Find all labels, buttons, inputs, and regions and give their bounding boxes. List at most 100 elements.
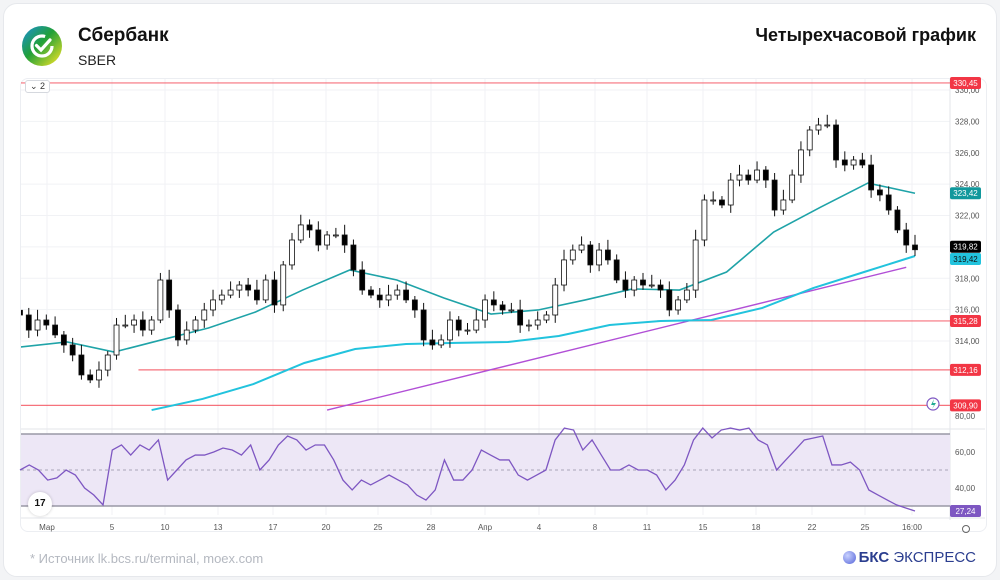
candle-body [350, 244, 357, 271]
candle-body [341, 234, 348, 246]
candle-body [490, 299, 497, 306]
candle-body [569, 249, 576, 261]
x-tick-label: 16:00 [902, 523, 923, 532]
tradingview-logo[interactable]: 17 [28, 492, 52, 516]
candle-body [727, 179, 734, 206]
candle-body [376, 294, 383, 301]
x-tick-label: 15 [699, 523, 708, 532]
candle-body [25, 314, 32, 331]
level-tag: 315,28 [953, 317, 978, 326]
candle-body [824, 124, 831, 127]
candle-body [789, 174, 796, 201]
candle-body [508, 309, 515, 312]
candle-body [385, 294, 392, 301]
candle-body [719, 199, 725, 206]
candle-body [604, 249, 611, 261]
x-tick-label: 11 [643, 523, 652, 532]
candle-body [762, 169, 769, 181]
candle-body [21, 309, 23, 316]
x-tick-label: 18 [752, 523, 761, 532]
candle-body [798, 149, 804, 176]
candle-body [210, 299, 216, 311]
candle-body [245, 284, 252, 291]
x-tick-label: Мар [39, 523, 55, 532]
candle-body [666, 289, 673, 311]
candle-body [332, 234, 339, 237]
candle-body [394, 289, 401, 296]
y-tick-label: 316,00 [955, 306, 980, 315]
candle-body [148, 319, 155, 331]
candle-body [543, 314, 550, 321]
y-tick-label: 318,00 [955, 274, 980, 283]
rsi-tick-label: 40,00 [955, 484, 976, 493]
candle-body [736, 174, 743, 181]
candle-body [473, 319, 480, 331]
candle-body [183, 329, 190, 341]
candle-body [429, 339, 436, 346]
candle-body [648, 284, 655, 287]
ma-slow-tag: 319,42 [953, 255, 978, 264]
y-tick-label: 314,00 [955, 337, 980, 346]
candle-body [745, 174, 752, 181]
rsi-tag: 27,24 [955, 507, 976, 516]
candle-body [157, 279, 164, 321]
candle-body [596, 249, 603, 266]
candle-body [139, 319, 146, 331]
candle-body [43, 319, 50, 326]
candle-body [912, 244, 918, 251]
candle-body [254, 289, 260, 301]
candle-body [131, 319, 137, 326]
candle-body [227, 289, 234, 296]
last-price-tag: 319,82 [953, 243, 978, 252]
candle-body [289, 239, 295, 266]
x-tick-label: 20 [322, 523, 331, 532]
x-tick-label: 4 [537, 523, 542, 532]
candle-body [850, 159, 857, 166]
rsi-tick-label: 80,00 [955, 412, 976, 421]
candle-body [771, 179, 778, 211]
collapse-indicators-button[interactable]: ⌄ 2 [25, 80, 51, 93]
candle-body [359, 269, 366, 291]
candle-body [113, 324, 120, 356]
candle-body [368, 289, 374, 296]
candle-body [218, 294, 225, 301]
candle-body [701, 199, 708, 241]
candle-body [464, 329, 471, 332]
x-tick-label: 5 [110, 523, 115, 532]
x-tick-label: 25 [861, 523, 870, 532]
candle-body [754, 169, 760, 181]
x-tick-label: 8 [593, 523, 598, 532]
x-tick-label: 13 [214, 523, 223, 532]
candle-body [96, 369, 102, 381]
y-tick-label: 326,00 [955, 149, 980, 158]
candle-body [122, 324, 129, 327]
candle-body [280, 264, 287, 306]
candle-body [60, 334, 67, 346]
candle-body [877, 189, 883, 196]
level-tag: 312,16 [953, 366, 978, 375]
candle-body [78, 354, 85, 376]
candle-body [675, 299, 681, 311]
candle-body [306, 224, 313, 231]
candle-body [613, 259, 620, 281]
level-tag: 330,45 [953, 79, 978, 88]
chart[interactable]: Мар 5 10 13 17 20 25 28 Апр 4 8 11 15 18 22 25 16:00 330,… [0, 0, 1000, 580]
x-tick-label: 22 [808, 523, 817, 532]
candle-body [587, 244, 594, 266]
candle-body [482, 299, 488, 321]
y-tick-label: 328,00 [955, 117, 980, 126]
candle-body [710, 199, 717, 202]
candle-body [455, 319, 462, 331]
candle-body [69, 344, 76, 356]
candle-body [561, 259, 567, 286]
x-tick-label: 10 [161, 523, 170, 532]
candle-body [640, 279, 646, 286]
candle-body [868, 164, 875, 191]
candle-body [34, 319, 41, 331]
settings-gear-icon [962, 525, 970, 533]
candle-body [262, 279, 269, 301]
candle-body [315, 229, 322, 246]
candle-body [403, 289, 409, 301]
rsi-tick-label: 60,00 [955, 448, 976, 457]
candle-body [885, 194, 892, 211]
